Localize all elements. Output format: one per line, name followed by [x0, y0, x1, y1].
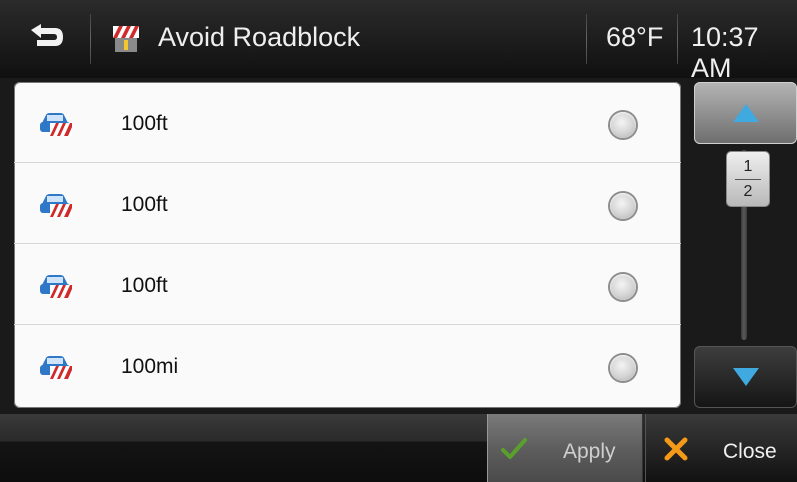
header-divider: [90, 14, 91, 64]
car-roadblock-icon: [40, 275, 72, 298]
radio-button[interactable]: [610, 274, 636, 300]
triangle-up-icon: [732, 104, 759, 122]
scroll-down-button[interactable]: [694, 346, 797, 408]
radio-button[interactable]: [610, 355, 636, 381]
scroll-up-button[interactable]: [694, 82, 797, 144]
radio-button[interactable]: [610, 193, 636, 219]
car-roadblock-icon: [40, 356, 72, 379]
footer-bar: Apply Close: [0, 414, 797, 482]
list-item[interactable]: 100ft: [14, 244, 681, 325]
footer-spacer: [0, 414, 487, 482]
back-arrow-icon: [31, 24, 63, 46]
checkmark-icon: [501, 438, 527, 459]
distance-label: 100ft: [121, 112, 168, 135]
radio-button[interactable]: [610, 112, 636, 138]
distance-label: 100ft: [121, 193, 168, 216]
header-bar: Avoid Roadblock 68°F 10:37 AM: [0, 0, 797, 83]
back-button[interactable]: [0, 0, 90, 78]
current-page: 1: [743, 158, 753, 175]
close-label: Close: [723, 440, 777, 463]
list-item[interactable]: 100mi: [14, 325, 681, 405]
triangle-down-icon: [732, 368, 759, 386]
roadblock-icon: [113, 26, 139, 52]
header-divider: [586, 14, 587, 64]
header-divider: [677, 14, 678, 64]
car-roadblock-icon: [40, 194, 72, 217]
clock-readout: 10:37 AM: [691, 22, 759, 83]
apply-button[interactable]: Apply: [487, 414, 643, 482]
page-divider: [735, 179, 761, 180]
distance-list: 100ft 100ft 100ft 100mi: [14, 82, 681, 408]
apply-label: Apply: [563, 440, 616, 463]
close-button[interactable]: Close: [645, 414, 797, 482]
temperature-readout: 68°F: [606, 22, 664, 52]
distance-label: 100mi: [121, 355, 179, 378]
page-title: Avoid Roadblock: [158, 22, 361, 52]
distance-label: 100ft: [121, 274, 168, 297]
total-pages: 2: [743, 183, 753, 200]
car-roadblock-icon: [40, 113, 72, 136]
page-indicator[interactable]: 1 2: [727, 152, 769, 206]
list-item[interactable]: 100ft: [14, 163, 681, 244]
list-item[interactable]: 100ft: [14, 82, 681, 163]
x-icon: [664, 437, 688, 461]
